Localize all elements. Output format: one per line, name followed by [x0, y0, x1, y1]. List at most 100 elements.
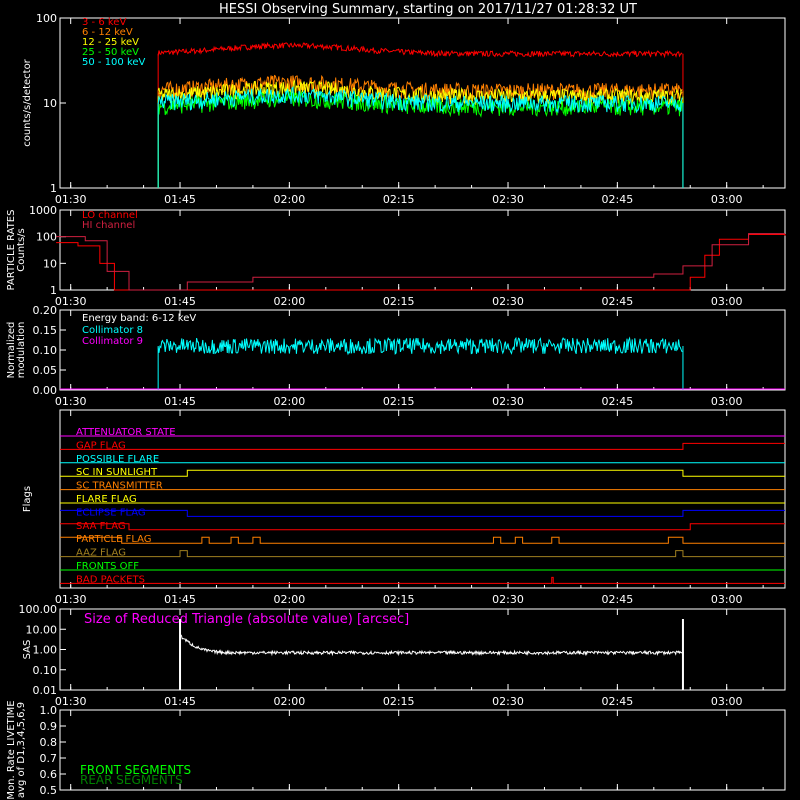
y-tick-label: 0.10	[33, 664, 58, 677]
x-tick-label: 02:15	[383, 193, 415, 206]
y-tick-label: 0.15	[33, 324, 58, 337]
x-tick-label: 02:30	[492, 695, 524, 708]
flag-label: POSSIBLE FLARE	[76, 454, 159, 465]
flag-label: SC IN SUNLIGHT	[76, 467, 158, 478]
x-tick-label: 01:30	[55, 193, 87, 206]
y-tick-label: 1000	[29, 204, 57, 217]
x-tick-label: 03:00	[711, 695, 743, 708]
flag-line-7	[60, 523, 785, 531]
sas-series-line	[179, 633, 684, 657]
series-line-0	[157, 336, 683, 356]
x-tick-label: 02:00	[274, 395, 306, 408]
x-tick-label: 03:00	[711, 193, 743, 206]
flag-line-8	[60, 536, 785, 544]
flag-line-6	[60, 509, 785, 517]
x-tick-label: 01:30	[55, 395, 87, 408]
flag-label: AAZ FLAG	[76, 548, 126, 559]
panel-livetime: 0.50.60.70.80.91.0Mon. Rate LIVETIME avg …	[6, 700, 786, 800]
flag-label: SAA FLAG	[76, 521, 126, 532]
panel-modulation: 01:30 01:45 02:00 02:15 02:30 02:45 03:00 0.00 0…	[6, 304, 786, 408]
x-tick-label: 02:15	[383, 295, 415, 308]
y-axis-label: counts/s/detector	[22, 58, 33, 146]
y-tick-label: 100	[36, 12, 57, 25]
y-tick-label: 10	[43, 257, 57, 270]
x-tick-label: 02:30	[492, 193, 524, 206]
x-tick-label: 02:45	[602, 295, 634, 308]
y-axis-label: Counts/s	[16, 228, 27, 272]
legend-entry: Collimator 9	[82, 336, 143, 347]
legend-entry: 50 - 100 keV	[82, 57, 146, 68]
flag-label: BAD PACKETS	[76, 574, 145, 585]
x-tick-label: 02:00	[274, 695, 306, 708]
x-tick-label: 02:00	[274, 295, 306, 308]
x-tick-label: 02:45	[602, 593, 634, 606]
y-tick-label: 0.5	[40, 784, 58, 797]
x-tick-label: 03:00	[711, 395, 743, 408]
y-tick-label: 0.01	[33, 684, 58, 697]
legend-entry: REAR SEGMENTS	[80, 773, 183, 787]
flag-label: FRONTS OFF	[76, 561, 139, 572]
y-tick-label: 100	[36, 231, 57, 244]
legend-entry: HI channel	[82, 220, 135, 231]
x-tick-label: 02:00	[274, 193, 306, 206]
y-tick-label: 1.0	[40, 704, 58, 717]
x-tick-label: 02:30	[492, 593, 524, 606]
x-tick-label: 03:00	[711, 295, 743, 308]
annotation: Size of Reduced Triangle (absolute value…	[84, 612, 409, 627]
panel-count-rates: 01:30 01:45 02:00 02:15 02:30 02:45 03:00 1 10 10…	[22, 12, 786, 206]
y-tick-label: 0.6	[40, 768, 58, 781]
y-tick-label: 0.05	[33, 364, 58, 377]
x-tick-label: 02:15	[383, 695, 415, 708]
x-tick-label: 01:45	[164, 295, 196, 308]
panel-flags: 01:30 01:45 02:00 02:15 02:30 02:45 03:00 Flags…	[22, 409, 786, 606]
flag-line-11	[60, 576, 785, 584]
y-tick-label: 100.00	[19, 603, 58, 616]
annotation: Energy band: 6-12 keV	[82, 313, 196, 324]
flag-label: SC TRANSMITTER	[76, 481, 163, 492]
series-line-0	[56, 234, 786, 291]
x-tick-label: 02:45	[602, 395, 634, 408]
flag-label: PARTICLE FLAG	[76, 534, 152, 545]
y-tick-label: 1	[50, 284, 57, 297]
x-tick-label: 01:30	[55, 295, 87, 308]
x-tick-label: 02:30	[492, 295, 524, 308]
panel-frame	[59, 209, 786, 291]
y-tick-label: 10	[43, 97, 57, 110]
y-tick-label: 10.00	[26, 623, 58, 636]
flag-line-9	[60, 550, 785, 558]
y-axis-label: SAS	[22, 640, 33, 660]
x-tick-label: 01:30	[55, 593, 87, 606]
y-tick-label: 0.00	[33, 384, 58, 397]
flag-label: ATTENUATOR STATE	[76, 427, 176, 438]
x-tick-label: 01:45	[164, 695, 196, 708]
x-tick-label: 02:45	[602, 193, 634, 206]
x-tick-label: 02:15	[383, 395, 415, 408]
y-tick-label: 1	[50, 182, 57, 195]
flag-line-1	[60, 442, 785, 450]
x-tick-label: 02:30	[492, 395, 524, 408]
flag-label: ECLIPSE FLAG	[76, 507, 146, 518]
series-line-0	[157, 41, 683, 59]
y-tick-label: 0.20	[33, 304, 58, 317]
hessi-summary-figure: HESSI Observing Summary, starting on 201…	[6, 2, 786, 800]
y-tick-label: 0.7	[40, 752, 58, 765]
flag-label: FLARE FLAG	[76, 494, 137, 505]
flag-label: GAP FLAG	[76, 440, 126, 451]
panel-particle-rates: 01:30 01:45 02:00 02:15 02:30 02:45 03:00 1 10 10…	[6, 204, 786, 308]
x-tick-label: 02:45	[602, 695, 634, 708]
x-tick-label: 01:30	[55, 695, 87, 708]
x-tick-label: 02:00	[274, 593, 306, 606]
flag-line-3	[60, 469, 785, 477]
y-tick-label: 0.9	[40, 720, 58, 733]
y-tick-label: 0.10	[33, 344, 58, 357]
y-tick-label: 1.00	[33, 644, 58, 657]
figure-title: HESSI Observing Summary, starting on 201…	[219, 2, 637, 17]
series-line-1	[56, 233, 785, 291]
y-axis-label: avg of D1,3,4,5,6,9	[16, 702, 27, 798]
legend-entry: Collimator 8	[82, 325, 143, 336]
x-tick-label: 02:15	[383, 593, 415, 606]
x-tick-label: 01:45	[164, 395, 196, 408]
x-tick-label: 01:45	[164, 593, 196, 606]
x-tick-label: 03:00	[711, 593, 743, 606]
y-axis-label: modulation	[16, 322, 27, 379]
